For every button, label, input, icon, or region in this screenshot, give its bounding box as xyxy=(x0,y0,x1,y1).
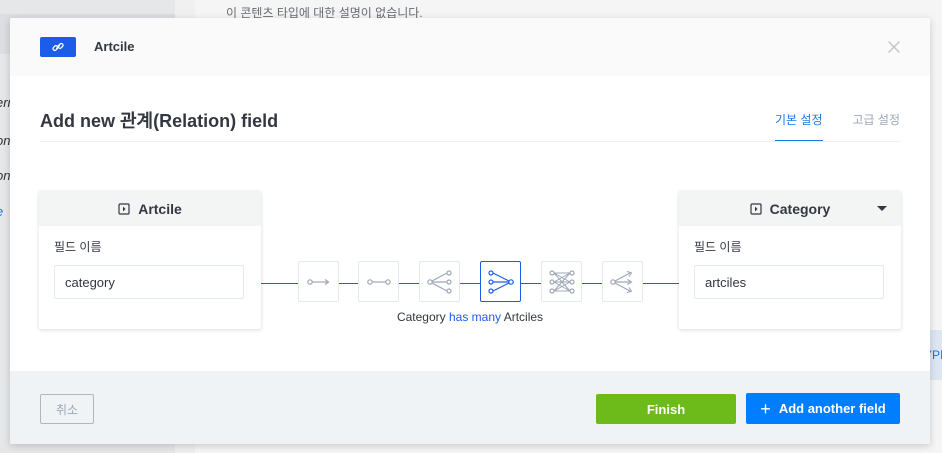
one-to-many-icon xyxy=(426,269,452,294)
relation-type-many-to-one[interactable] xyxy=(480,261,521,302)
content-type-name: Artcile xyxy=(94,39,135,54)
relation-verb: has many xyxy=(449,310,502,324)
caret-down-icon[interactable] xyxy=(877,206,887,211)
cancel-button[interactable]: 취소 xyxy=(40,394,94,424)
many-to-one-icon xyxy=(487,269,514,294)
source-field-name-input[interactable] xyxy=(54,265,244,299)
modal-tabs: 기본 설정 고급 설정 xyxy=(775,111,900,142)
source-field-label: 필드 이름 xyxy=(54,240,102,254)
target-field-name-input[interactable] xyxy=(694,265,884,299)
connector-line xyxy=(643,283,679,284)
relation-type-one-to-many[interactable] xyxy=(419,261,460,302)
target-model-header[interactable]: Category xyxy=(679,191,901,226)
target-model-box: Category 필드 이름 xyxy=(679,191,901,329)
header-divider xyxy=(40,141,900,142)
modal-footer: 취소 Finish + Add another field xyxy=(10,371,930,444)
connector-line xyxy=(399,283,420,284)
connector-line xyxy=(582,283,603,284)
relation-type-one-way[interactable] xyxy=(298,261,339,302)
modal-title: Add new 관계(Relation) field xyxy=(40,111,279,131)
source-model-header: Artcile xyxy=(39,191,261,226)
relation-object: Artciles xyxy=(503,310,544,324)
add-another-field-label: Add another field xyxy=(778,401,886,416)
relation-subject: Category xyxy=(396,310,446,324)
relation-type-many-way[interactable] xyxy=(602,261,643,302)
connector-line xyxy=(339,283,359,284)
add-another-field-button[interactable]: + Add another field xyxy=(746,393,900,424)
relation-description: Category has many Artciles xyxy=(330,310,610,324)
relation-modal: Artcile Add new 관계(Relation) field 기본 설정… xyxy=(10,18,930,444)
content-type-icon xyxy=(118,202,130,215)
relation-type-many-to-many[interactable] xyxy=(541,261,582,302)
content-type-icon xyxy=(750,202,762,215)
many-to-many-icon xyxy=(548,269,575,294)
modal-header: Artcile xyxy=(10,18,930,76)
target-field-label: 필드 이름 xyxy=(694,240,742,254)
tab-basic-settings[interactable]: 기본 설정 xyxy=(775,111,823,142)
source-model-name: Artcile xyxy=(138,200,182,217)
tab-advanced-settings[interactable]: 고급 설정 xyxy=(853,111,901,142)
close-button[interactable] xyxy=(886,39,902,55)
one-to-one-icon xyxy=(366,278,391,285)
relation-type-one-to-one[interactable] xyxy=(358,261,399,302)
one-way-icon xyxy=(306,278,330,285)
content-type-badge xyxy=(40,37,76,57)
plus-icon: + xyxy=(760,398,771,419)
connector-line xyxy=(460,283,481,284)
finish-button[interactable]: Finish xyxy=(596,394,736,424)
link-icon xyxy=(52,42,64,52)
connector-line xyxy=(521,283,542,284)
many-way-icon xyxy=(609,270,633,293)
target-model-name: Category xyxy=(769,200,831,217)
close-icon xyxy=(888,41,900,53)
connector-line xyxy=(261,283,299,284)
source-model-box: Artcile 필드 이름 xyxy=(39,191,261,329)
